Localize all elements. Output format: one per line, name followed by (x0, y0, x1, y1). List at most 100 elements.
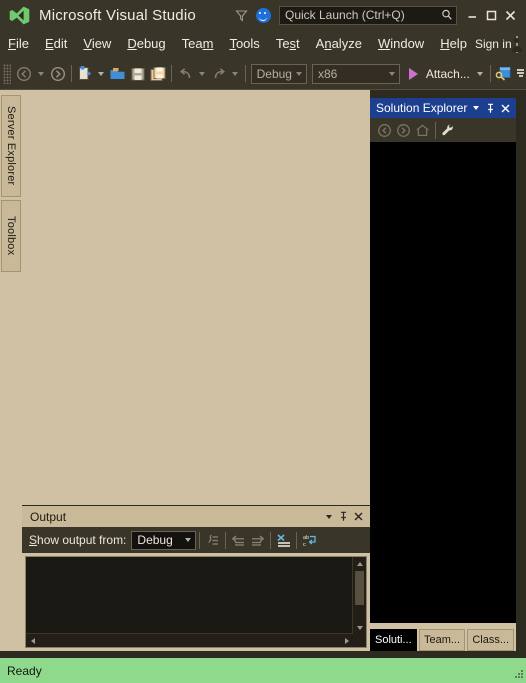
find-message-source-icon[interactable] (203, 530, 222, 550)
solution-explorer-tab-strip: Soluti... Team... Class... (370, 623, 516, 651)
pin-icon[interactable] (483, 99, 498, 117)
navigate-forward-icon[interactable] (47, 63, 67, 85)
close-icon[interactable] (498, 99, 513, 117)
navigate-backward-icon[interactable] (14, 63, 34, 85)
attach-to-process-key-icon[interactable] (494, 63, 514, 85)
menu-item-test[interactable]: Test (268, 33, 308, 55)
undo-arrow-icon[interactable] (175, 63, 195, 85)
tab-label: Team... (423, 634, 461, 646)
menu-bar: File Edit View Debug Team Tools Test Ana… (0, 30, 526, 58)
tab-label: Class... (472, 634, 510, 646)
solution-explorer-toolbar-separator (435, 121, 436, 139)
quick-launch-input[interactable]: Quick Launch (Ctrl+Q) (279, 5, 457, 25)
properties-wrench-icon[interactable] (439, 120, 458, 140)
quick-launch-text: Quick Launch (Ctrl+Q) (285, 8, 405, 22)
navigate-backward-dropdown[interactable] (35, 63, 48, 85)
open-file-folder-icon[interactable] (108, 63, 128, 85)
redo-arrow-icon[interactable] (209, 63, 229, 85)
output-pane-header: Output (22, 506, 370, 527)
go-to-previous-message-icon[interactable] (229, 530, 248, 550)
run-play-icon[interactable] (404, 63, 424, 85)
back-navigate-icon[interactable] (375, 120, 394, 140)
solution-explorer-tree[interactable] (370, 142, 516, 623)
menu-item-view[interactable]: View (75, 33, 119, 55)
forward-navigate-icon[interactable] (394, 120, 413, 140)
chevron-down-icon[interactable] (468, 99, 483, 117)
menu-item-help[interactable]: Help (432, 33, 475, 55)
close-icon[interactable] (351, 508, 366, 525)
pin-icon[interactable] (336, 508, 351, 525)
solution-configuration-dropdown[interactable]: Debug (250, 63, 307, 84)
toolbar-separator (489, 65, 491, 82)
sign-in-button[interactable]: Sign in (475, 37, 512, 51)
tab-solution-explorer[interactable]: Soluti... (370, 629, 417, 651)
home-icon[interactable] (413, 120, 432, 140)
title-bar: Microsoft Visual Studio Quick Launch (Ct… (0, 0, 526, 30)
resize-grip-icon[interactable] (509, 664, 523, 678)
tab-label: Soluti... (374, 634, 412, 646)
clear-all-icon[interactable] (274, 530, 293, 550)
output-toolbar-separator (199, 531, 201, 549)
new-project-icon[interactable] (75, 63, 95, 85)
menu-item-file[interactable]: File (0, 33, 37, 55)
funnel-filter-icon[interactable] (231, 5, 251, 25)
status-bar: Ready (0, 658, 526, 683)
output-toolbar-separator (296, 531, 298, 549)
solution-platform-dropdown[interactable]: x86 (311, 63, 400, 84)
output-source-dropdown[interactable]: Debug (131, 530, 197, 550)
save-all-icon[interactable] (148, 63, 168, 85)
scroll-up-arrow[interactable] (353, 557, 366, 570)
sidebar-item-server-explorer[interactable]: Server Explorer (1, 95, 21, 197)
document-area[interactable] (22, 90, 370, 505)
visual-studio-window: Microsoft Visual Studio Quick Launch (Ct… (0, 0, 526, 683)
toggle-word-wrap-icon[interactable]: ab c (300, 530, 319, 550)
toolbar-grip-icon[interactable] (3, 63, 12, 84)
svg-text:c: c (303, 542, 306, 548)
chevron-down-icon[interactable] (181, 538, 195, 542)
redo-dropdown[interactable] (229, 63, 242, 85)
status-text: Ready (7, 663, 42, 678)
output-source-value: Debug (137, 533, 173, 547)
user-avatar-icon[interactable] (511, 35, 523, 53)
close-button[interactable] (501, 4, 520, 26)
standard-toolbar: Debug x86 Attach... (0, 58, 526, 90)
app-title: Microsoft Visual Studio (39, 6, 196, 24)
solution-platform-value: x86 (317, 66, 338, 81)
tab-team-explorer[interactable]: Team... (418, 629, 466, 651)
smiley-feedback-icon[interactable] (253, 5, 273, 25)
menu-item-team[interactable]: Team (174, 33, 222, 55)
minimize-button[interactable] (463, 4, 482, 26)
scroll-left-arrow[interactable] (26, 634, 39, 647)
maximize-button[interactable] (482, 4, 501, 26)
vertical-scrollbar-thumb[interactable] (355, 571, 364, 605)
solution-explorer-panel: Solution Explorer Soluti... Team... Clas… (370, 98, 516, 651)
output-horizontal-scrollbar[interactable] (26, 633, 353, 647)
scrollbar-corner (353, 634, 366, 647)
output-vertical-scrollbar[interactable] (352, 557, 366, 634)
output-text-area[interactable] (25, 556, 367, 648)
output-pane: Output Show output from: Debug ab c (22, 505, 370, 651)
sidebar-item-toolbox[interactable]: Toolbox (1, 200, 21, 272)
menu-item-analyze[interactable]: Analyze (308, 33, 370, 55)
toolbar-overflow-icon[interactable] (516, 69, 526, 78)
menu-item-window[interactable]: Window (370, 33, 432, 55)
output-toolbar-separator (225, 531, 227, 549)
attach-chevron-down-icon[interactable] (474, 63, 487, 85)
chevron-down-icon[interactable] (321, 508, 336, 525)
toolbar-separator (171, 65, 173, 82)
attach-button-label[interactable]: Attach... (426, 67, 470, 81)
undo-dropdown[interactable] (196, 63, 209, 85)
tab-class-view[interactable]: Class... (467, 629, 515, 651)
menu-item-tools[interactable]: Tools (221, 33, 267, 55)
new-project-dropdown[interactable] (95, 63, 108, 85)
magnifier-search-icon[interactable] (438, 9, 456, 21)
save-icon[interactable] (128, 63, 148, 85)
go-to-next-message-icon[interactable] (248, 530, 267, 550)
chevron-down-icon[interactable] (385, 71, 399, 76)
scroll-down-arrow[interactable] (353, 621, 366, 634)
scroll-right-arrow[interactable] (340, 634, 353, 647)
visual-studio-logo-icon (8, 5, 30, 25)
chevron-down-icon[interactable] (292, 71, 306, 76)
menu-item-edit[interactable]: Edit (37, 33, 75, 55)
menu-item-debug[interactable]: Debug (119, 33, 173, 55)
